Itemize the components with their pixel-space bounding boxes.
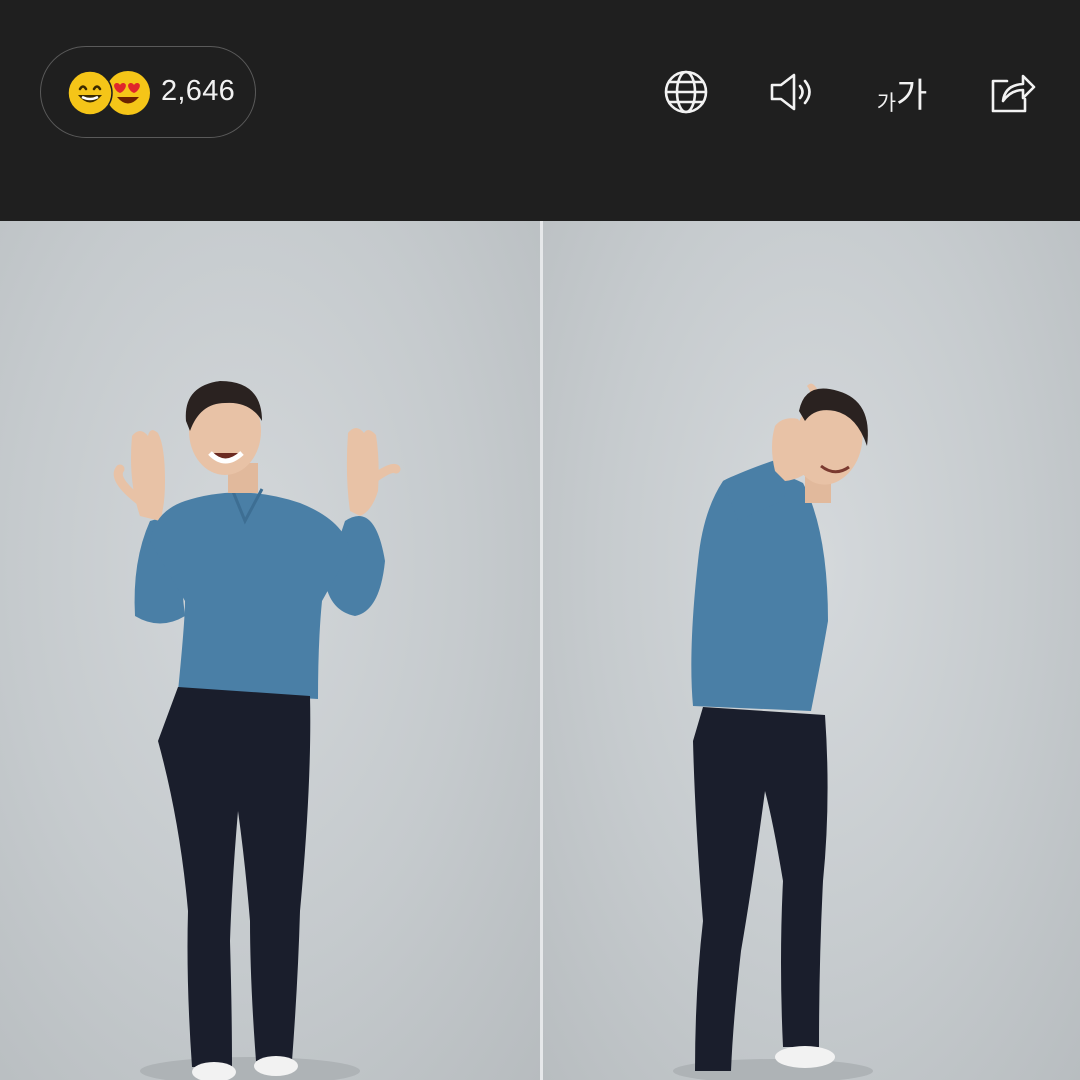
man-waving-figure [113, 381, 401, 1080]
translate-button[interactable] [654, 60, 718, 124]
grinning-face-icon [67, 70, 113, 116]
reaction-emojis [67, 70, 153, 116]
share-icon [991, 74, 1036, 113]
share-button[interactable] [980, 60, 1044, 124]
speaker-icon [770, 73, 811, 111]
photo-panel-right [543, 221, 1080, 1080]
font-size-large-glyph: 가 [896, 75, 928, 116]
globe-icon [664, 70, 708, 114]
man-thumbs-up-figure [673, 383, 873, 1080]
font-size-icon: 가가 [877, 68, 928, 117]
photo-panel-left [0, 221, 540, 1080]
article-photo [0, 221, 1080, 1080]
font-size-small-glyph: 가 [876, 90, 897, 115]
reaction-count: 2,646 [161, 75, 236, 107]
listen-button[interactable] [761, 60, 825, 124]
font-size-button[interactable]: 가가 [866, 60, 938, 124]
reaction-summary-button[interactable]: 2,646 [40, 46, 256, 138]
top-bar: 2,646 가가 [0, 0, 1080, 221]
